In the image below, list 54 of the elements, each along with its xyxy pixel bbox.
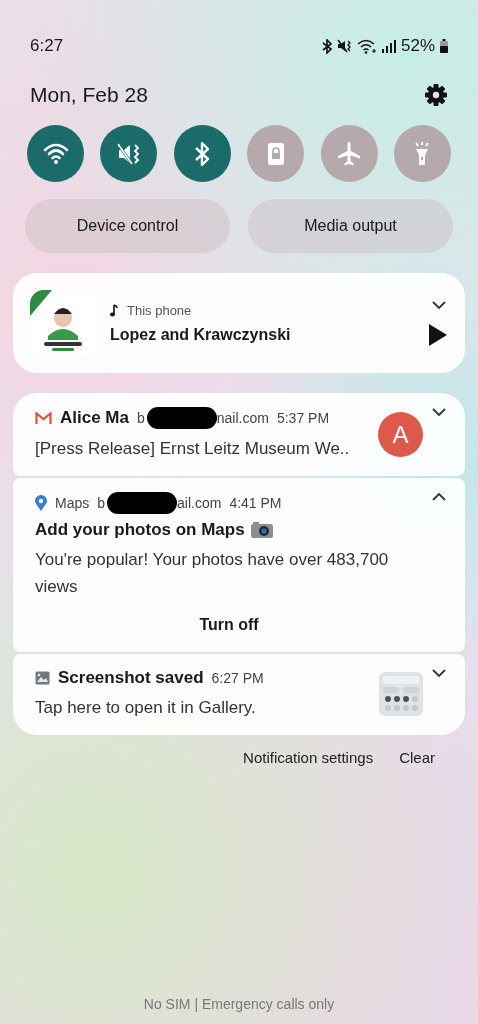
- notification-card[interactable]: Screenshot saved 6:27 PM Tap here to open it in Gallery.: [13, 654, 465, 735]
- media-card[interactable]: This phone Lopez and Krawczynski: [13, 273, 465, 373]
- account-text: b: [97, 495, 106, 511]
- settings-icon[interactable]: [424, 83, 448, 107]
- battery-icon: [440, 39, 448, 53]
- footer-link[interactable]: Notification settings: [243, 749, 374, 766]
- bluetooth-icon: [321, 38, 332, 54]
- account-text: b: [137, 410, 145, 426]
- avatar: A: [378, 412, 423, 457]
- notification-time: 4:41 PM: [229, 495, 282, 511]
- panel-button[interactable]: Media output: [248, 199, 453, 253]
- date: Mon, Feb 28: [30, 83, 148, 107]
- notification-card[interactable]: Alice Ma b nail.com 5:37 PM [Press Release] Ernst Leitz Museum We.. A: [13, 393, 465, 476]
- wifi-toggle[interactable]: [27, 125, 84, 182]
- redaction-mark: [146, 407, 217, 429]
- play-icon[interactable]: [429, 324, 447, 346]
- notification-text: [Press Release] Ernst Leitz Museum We..: [35, 438, 351, 460]
- camera-icon: [250, 522, 273, 538]
- notification-text: You're popular! Your photos have over 483,700 views: [35, 549, 390, 598]
- turn-off-button[interactable]: Turn off: [191, 612, 267, 638]
- image-icon: [35, 671, 50, 685]
- media-source: This phone: [127, 302, 192, 318]
- expand-button[interactable]: [431, 407, 447, 417]
- notification-text: Tap here to open it in Gallery.: [35, 697, 257, 719]
- mute-icon: [336, 39, 352, 53]
- mail-icon: [35, 411, 52, 425]
- bluetooth-toggle[interactable]: [173, 125, 231, 182]
- signal-icon: [381, 39, 396, 53]
- media-title: Lopez and Krawczynski: [110, 325, 292, 344]
- battery-percentage: 52%: [400, 36, 435, 56]
- notification-card[interactable]: Maps b ail.com 4:41 PM Add your photos on Maps You're popular! Your photos have over 483,700 views Turn off: [13, 478, 465, 652]
- panel-button[interactable]: Device control: [25, 199, 230, 253]
- clock: 6:27: [30, 36, 64, 56]
- expand-button[interactable]: [431, 300, 447, 310]
- music-note-icon: [110, 303, 118, 317]
- app-name: Alice Ma: [60, 408, 129, 428]
- expand-button[interactable]: [431, 668, 447, 678]
- redaction-mark: [107, 492, 178, 514]
- lock-toggle[interactable]: [247, 125, 305, 182]
- notification-time: 6:27 PM: [211, 670, 264, 686]
- app-name: Maps: [55, 495, 90, 511]
- map-pin-icon: [35, 495, 47, 511]
- account-text: ail.com: [177, 495, 222, 511]
- carrier-text: No SIM | Emergency calls only: [142, 996, 336, 1012]
- airplane-toggle[interactable]: [320, 125, 378, 182]
- notification-title: Add your photos on Maps: [35, 520, 245, 540]
- account-text: nail.com: [216, 410, 269, 426]
- notification-time: 5:37 PM: [276, 410, 330, 426]
- wifi-icon: [356, 38, 377, 54]
- collapse-button[interactable]: [431, 492, 447, 502]
- flashlight-toggle[interactable]: [393, 125, 451, 182]
- footer-link[interactable]: Clear: [399, 749, 435, 766]
- mute-toggle[interactable]: [100, 125, 158, 182]
- app-name: Screenshot saved: [58, 668, 204, 688]
